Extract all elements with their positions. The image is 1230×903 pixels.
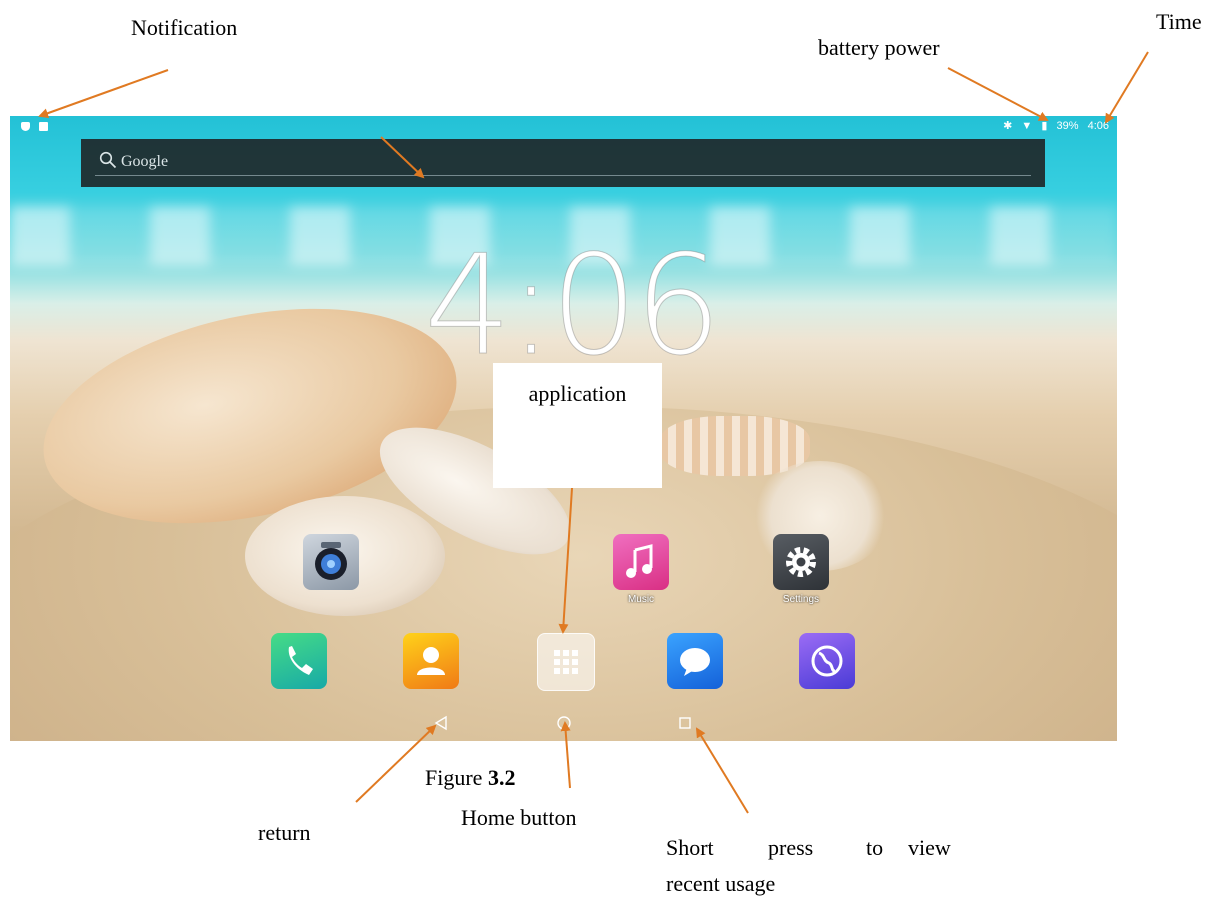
music-note-icon <box>626 544 653 578</box>
home-button-label: Home button <box>461 805 577 830</box>
all-apps-button[interactable] <box>537 633 595 691</box>
navigation-bar <box>10 706 1117 741</box>
status-bar: ✱ ▼ ▮ 39% 4:06 <box>10 116 1117 138</box>
gear-icon <box>786 547 816 577</box>
contact-person-icon <box>417 647 445 675</box>
phone-icon <box>288 646 313 675</box>
chat-bubble-icon <box>680 648 710 676</box>
notification-label: Notification <box>131 15 238 40</box>
search-icon <box>99 151 117 169</box>
recent-usage-word-2: press <box>768 835 814 860</box>
browser-app[interactable] <box>799 633 855 689</box>
contacts-app[interactable] <box>403 633 459 689</box>
battery-power-label: battery power <box>818 35 940 60</box>
status-bar-right: ✱ ▼ ▮ 39% 4:06 <box>997 119 1109 132</box>
time-label: Time <box>1156 9 1202 34</box>
recent-usage-word-4: view <box>908 835 951 860</box>
music-app-label: Music <box>627 594 655 605</box>
recent-usage-word-3: to <box>866 835 884 860</box>
back-icon[interactable] <box>433 715 449 731</box>
search-underline <box>95 175 1031 176</box>
clock-widget[interactable]: 4:06 <box>424 235 723 376</box>
music-app[interactable] <box>613 534 669 590</box>
google-search-bar[interactable]: Google <box>81 139 1045 187</box>
settings-app-label: Settings <box>782 594 820 605</box>
phone-app[interactable] <box>271 633 327 689</box>
recent-apps-icon[interactable] <box>677 715 693 731</box>
battery-percent: 39% <box>1056 120 1079 132</box>
notification-arrow <box>38 69 169 118</box>
return-label: return <box>258 820 311 845</box>
battery-icon: ▮ <box>1041 120 1048 132</box>
messages-app[interactable] <box>667 633 723 689</box>
recent-arrow <box>695 727 749 814</box>
status-time: 4:06 <box>1087 120 1109 132</box>
recent-usage-line-2: recent usage <box>666 871 776 896</box>
camera-icon <box>315 542 347 580</box>
home-icon[interactable] <box>556 715 572 731</box>
recent-usage-word-1: Short <box>666 835 714 860</box>
battery-arrow <box>947 67 1049 121</box>
camera-app[interactable] <box>303 534 359 590</box>
figure-number: 3.2 <box>487 765 516 790</box>
application-callout: application <box>493 363 662 488</box>
application-label: application <box>528 381 627 406</box>
time-arrow <box>1104 51 1149 124</box>
shield-notification-icon[interactable] <box>21 122 30 131</box>
figure-caption: Figure 3.2 <box>425 765 515 791</box>
app-grid-icon <box>554 650 578 674</box>
search-label: Google <box>121 153 169 170</box>
wifi-icon: ▼ <box>1021 120 1033 132</box>
globe-icon <box>811 645 843 677</box>
settings-app[interactable] <box>773 534 829 590</box>
bluetooth-icon: ✱ <box>1003 120 1013 132</box>
figure-prefix: Figure <box>425 765 483 790</box>
image-notification-icon[interactable] <box>39 122 48 131</box>
